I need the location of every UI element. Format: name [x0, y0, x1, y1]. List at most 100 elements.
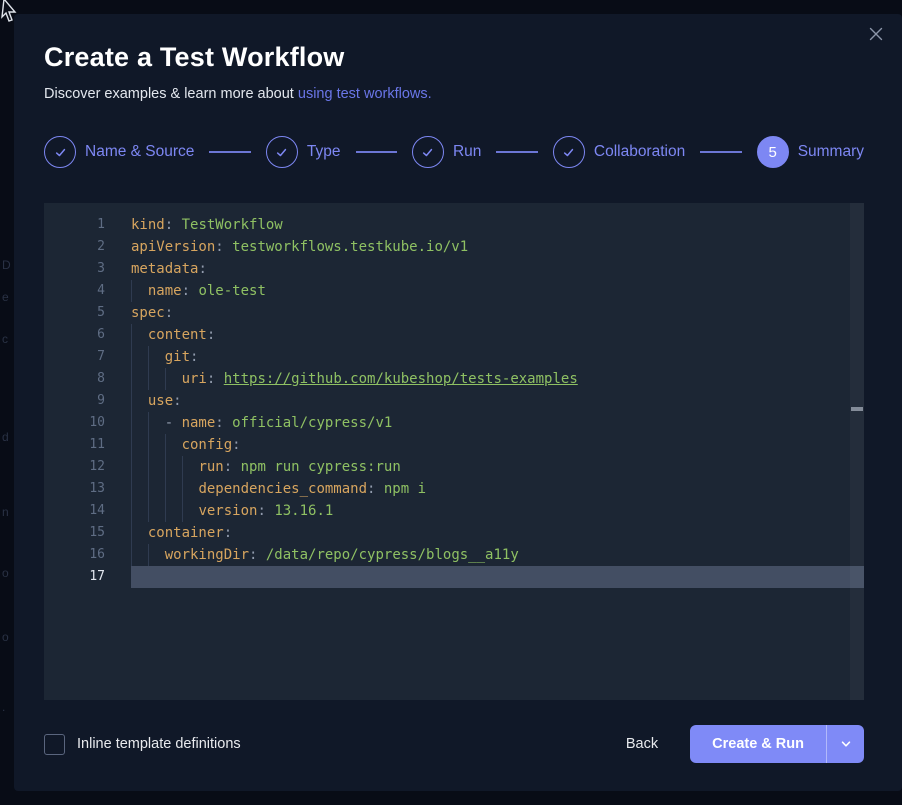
using-test-workflows-link[interactable]: using test workflows. [298, 86, 432, 102]
line-number: 11 [44, 434, 131, 456]
indent-guide [148, 434, 149, 456]
check-circle-icon [553, 136, 585, 168]
backdrop-text-fragment: . [2, 700, 5, 714]
step-connector [700, 151, 741, 153]
line-number: 4 [44, 280, 131, 302]
indent-guide [182, 500, 183, 522]
indent-guide [148, 478, 149, 500]
step-connector [209, 151, 250, 153]
step-run[interactable]: Run [412, 136, 481, 168]
back-button[interactable]: Back [626, 736, 658, 752]
line-number: 5 [44, 302, 131, 324]
indent-guide [131, 368, 132, 390]
check-circle-icon [412, 136, 444, 168]
indent-guide [148, 368, 149, 390]
backdrop-text-fragment: c [2, 332, 8, 346]
line-number: 10 [44, 412, 131, 434]
indent-guide [131, 412, 132, 434]
indent-guide [165, 500, 166, 522]
line-number: 14 [44, 500, 131, 522]
line-number: 12 [44, 456, 131, 478]
indent-guide [148, 456, 149, 478]
code-line-4: name: ole-test [131, 280, 864, 302]
code-line-14: version: 13.16.1 [131, 500, 864, 522]
backdrop-text-fragment: e [2, 290, 9, 304]
line-number: 16 [44, 544, 131, 566]
indent-guide [131, 478, 132, 500]
code-line-9: use: [131, 390, 864, 412]
indent-guide [165, 478, 166, 500]
line-number: 7 [44, 346, 131, 368]
step-label: Name & Source [85, 143, 194, 161]
step-label: Summary [798, 143, 864, 161]
code-line-3: metadata: [131, 258, 864, 280]
step-type[interactable]: Type [266, 136, 341, 168]
line-number: 6 [44, 324, 131, 346]
modal-subtitle: Discover examples & learn more about usi… [44, 86, 432, 102]
line-number: 17 [44, 566, 131, 588]
step-connector [496, 151, 537, 153]
code-line-16: workingDir: /data/repo/cypress/blogs__a1… [131, 544, 864, 566]
indent-guide [148, 412, 149, 434]
line-number: 8 [44, 368, 131, 390]
indent-guide [131, 522, 132, 544]
step-number-badge: 5 [757, 136, 789, 168]
code-line-8: uri: https://github.com/kubeshop/tests-e… [131, 368, 864, 390]
step-label: Collaboration [594, 143, 685, 161]
create-and-run-split-button: Create & Run [690, 725, 864, 763]
step-name-source[interactable]: Name & Source [44, 136, 194, 168]
check-circle-icon [44, 136, 76, 168]
inline-template-checkbox[interactable] [44, 734, 65, 755]
step-summary[interactable]: 5 Summary [757, 136, 864, 168]
yaml-editor[interactable]: 1234567891011121314151617 kind: TestWork… [44, 203, 864, 700]
indent-guide [131, 346, 132, 368]
indent-guide [148, 544, 149, 566]
create-and-run-button[interactable]: Create & Run [690, 725, 826, 763]
code-line-5: spec: [131, 302, 864, 324]
code-line-17 [131, 566, 864, 588]
mouse-cursor-icon [0, 0, 20, 23]
subtitle-text: Discover examples & learn more about [44, 86, 298, 102]
step-collaboration[interactable]: Collaboration [553, 136, 685, 168]
indent-guide [148, 500, 149, 522]
close-icon[interactable] [866, 24, 886, 44]
indent-guide [131, 456, 132, 478]
code-line-7: git: [131, 346, 864, 368]
line-number: 1 [44, 214, 131, 236]
backdrop-text-fragment: o [2, 566, 9, 580]
line-number: 2 [44, 236, 131, 258]
indent-guide [182, 456, 183, 478]
backdrop-text-fragment: n [2, 505, 9, 519]
step-label: Run [453, 143, 481, 161]
modal-footer: Inline template definitions Back Create … [44, 725, 864, 763]
indent-guide [165, 456, 166, 478]
indent-guide [131, 500, 132, 522]
create-test-workflow-modal: Create a Test Workflow Discover examples… [14, 14, 902, 791]
code-line-1: kind: TestWorkflow [131, 214, 864, 236]
code-line-10: - name: official/cypress/v1 [131, 412, 864, 434]
create-and-run-dropdown-button[interactable] [826, 725, 864, 763]
indent-guide [131, 390, 132, 412]
code-line-15: container: [131, 522, 864, 544]
indent-guide [131, 434, 132, 456]
chevron-down-icon [840, 738, 852, 750]
stepper: Name & Source Type Run Collaboration 5 Summar… [44, 135, 864, 169]
indent-guide [131, 324, 132, 346]
editor-code: kind: TestWorkflowapiVersion: testworkfl… [131, 203, 864, 700]
backdrop-text-fragment: o [2, 630, 9, 644]
code-line-2: apiVersion: testworkflows.testkube.io/v1 [131, 236, 864, 258]
code-line-11: config: [131, 434, 864, 456]
editor-gutter: 1234567891011121314151617 [44, 203, 131, 700]
modal-title: Create a Test Workflow [44, 42, 344, 73]
step-connector [356, 151, 397, 153]
editor-scrollbar[interactable] [850, 203, 864, 700]
code-line-13: dependencies_command: npm i [131, 478, 864, 500]
cursor-position-marker [851, 407, 863, 411]
indent-guide [131, 280, 132, 302]
step-label: Type [307, 143, 341, 161]
indent-guide [165, 368, 166, 390]
indent-guide [131, 544, 132, 566]
inline-template-checkbox-group[interactable]: Inline template definitions [44, 734, 241, 755]
check-circle-icon [266, 136, 298, 168]
backdrop-text-fragment: d [2, 430, 9, 444]
